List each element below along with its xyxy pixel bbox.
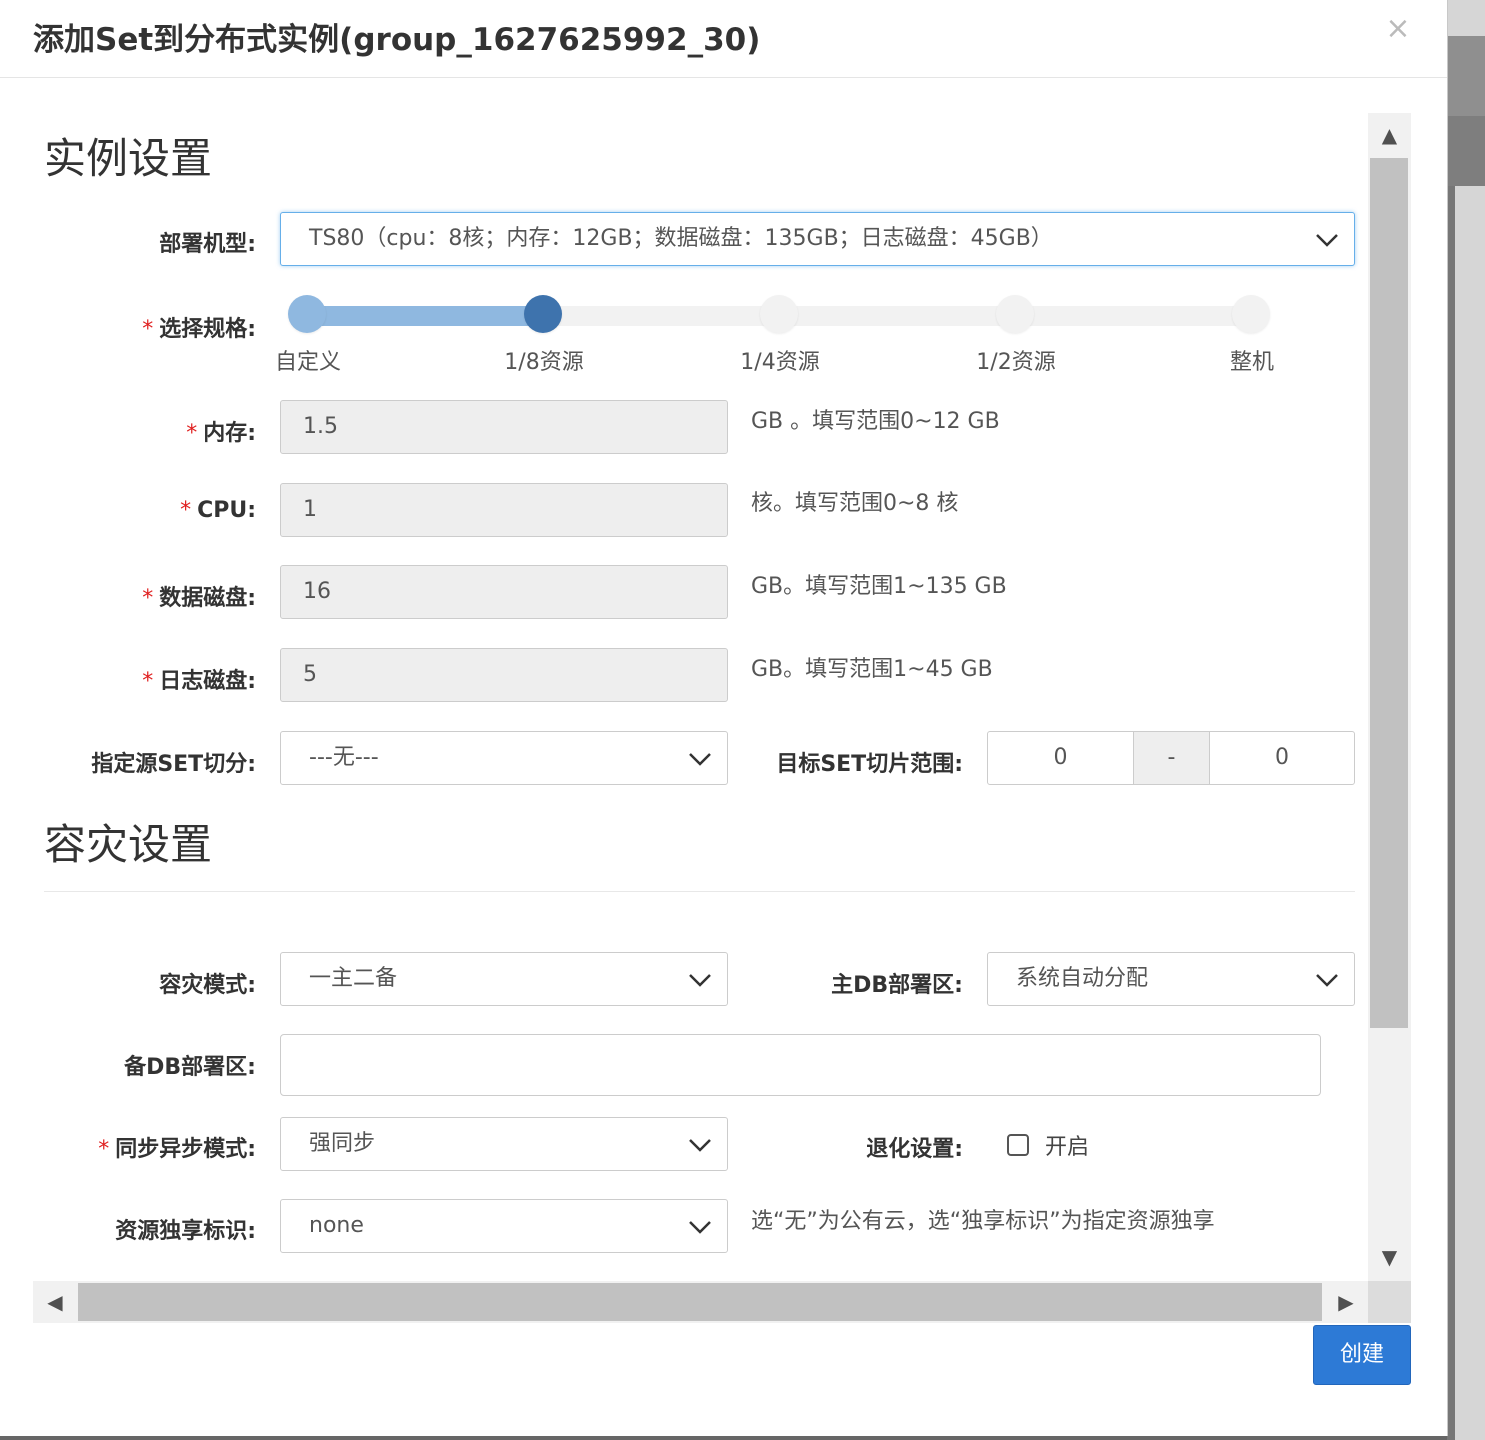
dialog-title: 添加Set到分布式实例(group_1627625992_30): [33, 22, 761, 58]
chevron-down-icon: [689, 1221, 711, 1234]
sync-mode-label: * 同步异步模式:: [98, 1137, 256, 1162]
form-scroll-area[interactable]: 实例设置 部署机型: TS80（cpu：8核；内存：12GB；数据磁盘：135G…: [33, 113, 1368, 1281]
create-button[interactable]: 创建: [1313, 1325, 1411, 1385]
required-mark: *: [142, 586, 154, 611]
exclusive-label: 资源独享标识:: [115, 1219, 256, 1244]
required-mark: *: [98, 1137, 110, 1162]
log-disk-hint: GB。填写范围1~45 GB: [751, 657, 993, 682]
section-title-instance: 实例设置: [44, 134, 213, 183]
spec-option-half[interactable]: 1/2资源: [946, 344, 1086, 376]
scrollbar-corner: [1368, 1281, 1411, 1323]
target-range-separator: -: [1133, 731, 1210, 785]
spec-option-custom[interactable]: 自定义: [238, 344, 378, 376]
cpu-label: * CPU:: [180, 498, 256, 523]
required-mark: *: [142, 317, 154, 342]
required-mark: *: [186, 421, 198, 446]
horizontal-scroll-thumb[interactable]: [78, 1283, 1322, 1321]
source-set-value: ---无---: [309, 745, 379, 770]
spec-slider-dot-full[interactable]: [1232, 295, 1270, 333]
backdrop-band: [1447, 36, 1485, 116]
dialog-header: 添加Set到分布式实例(group_1627625992_30) ×: [0, 0, 1447, 78]
machine-type-select[interactable]: TS80（cpu：8核；内存：12GB；数据磁盘：135GB；日志磁盘：45GB…: [280, 212, 1355, 266]
chevron-down-icon: [1316, 234, 1338, 247]
cpu-input[interactable]: 1: [280, 483, 728, 537]
vertical-scrollbar[interactable]: ▲ ▼: [1368, 113, 1411, 1281]
vertical-scroll-thumb[interactable]: [1370, 158, 1408, 1028]
memory-hint: GB 。填写范围0~12 GB: [751, 409, 1000, 434]
target-range-from-input[interactable]: 0: [987, 731, 1134, 785]
degrade-label: 退化设置:: [866, 1137, 963, 1162]
scroll-up-icon[interactable]: ▲: [1368, 115, 1411, 155]
chevron-down-icon: [689, 1139, 711, 1152]
chevron-down-icon: [1316, 974, 1338, 987]
chevron-down-icon: [689, 753, 711, 766]
scroll-down-icon[interactable]: ▼: [1368, 1237, 1411, 1277]
backdrop-edge: [1447, 186, 1455, 1440]
degrade-checkbox-label[interactable]: 开启: [1045, 1129, 1089, 1161]
spec-slider-fill: [308, 306, 543, 326]
data-disk-hint: GB。填写范围1~135 GB: [751, 574, 1007, 599]
spec-option-full[interactable]: 整机: [1182, 344, 1322, 376]
sync-mode-select[interactable]: 强同步: [280, 1117, 728, 1171]
add-set-dialog: 添加Set到分布式实例(group_1627625992_30) × 实例设置 …: [0, 0, 1448, 1436]
data-disk-label: * 数据磁盘:: [142, 586, 256, 611]
scroll-left-icon[interactable]: ◀: [33, 1281, 77, 1323]
machine-type-label: 部署机型:: [159, 232, 256, 257]
spec-option-eighth[interactable]: 1/8资源: [474, 344, 614, 376]
exclusive-hint: 选“无”为公有云，选“独享标识”为指定资源独享: [751, 1209, 1215, 1234]
standby-zone-multiselect[interactable]: [280, 1034, 1321, 1096]
spec-slider-handle[interactable]: [524, 295, 562, 333]
source-set-label: 指定源SET切分:: [91, 752, 256, 777]
scroll-right-icon[interactable]: ▶: [1324, 1281, 1368, 1323]
backdrop-band: [1447, 116, 1485, 186]
sync-mode-value: 强同步: [309, 1131, 376, 1156]
section-title-dr: 容灾设置: [44, 820, 213, 869]
spec-slider-dot-quarter[interactable]: [760, 295, 798, 333]
target-range-to-input[interactable]: 0: [1209, 731, 1355, 785]
dr-mode-select[interactable]: 一主二备: [280, 952, 728, 1006]
machine-type-value: TS80（cpu：8核；内存：12GB；数据磁盘：135GB；日志磁盘：45GB…: [309, 226, 1053, 251]
spec-label: * 选择规格:: [142, 317, 256, 342]
spec-option-quarter[interactable]: 1/4资源: [710, 344, 850, 376]
target-range-label: 目标SET切片范围:: [776, 752, 963, 777]
memory-label: * 内存:: [186, 421, 256, 446]
required-mark: *: [180, 498, 192, 523]
master-zone-select[interactable]: 系统自动分配: [987, 952, 1355, 1006]
horizontal-scrollbar[interactable]: ◀ ▶: [33, 1281, 1368, 1323]
master-zone-label: 主DB部署区:: [831, 973, 963, 998]
chevron-down-icon: [689, 974, 711, 987]
exclusive-select[interactable]: none: [280, 1199, 728, 1253]
dr-mode-label: 容灾模式:: [159, 973, 256, 998]
required-mark: *: [142, 669, 154, 694]
section-divider: [44, 891, 1355, 892]
data-disk-input[interactable]: 16: [280, 565, 728, 619]
spec-slider-dot-half[interactable]: [996, 295, 1034, 333]
page-backdrop: [1447, 0, 1485, 1440]
dialog-bottom-edge: [0, 1436, 1447, 1440]
master-zone-value: 系统自动分配: [1016, 966, 1149, 991]
form-content: 实例设置 部署机型: TS80（cpu：8核；内存：12GB；数据磁盘：135G…: [33, 113, 1368, 1281]
memory-input[interactable]: 1.5: [280, 400, 728, 454]
log-disk-label: * 日志磁盘:: [142, 669, 256, 694]
cpu-hint: 核。填写范围0~8 核: [751, 491, 959, 516]
degrade-checkbox[interactable]: [1007, 1134, 1029, 1156]
log-disk-input[interactable]: 5: [280, 648, 728, 702]
close-icon[interactable]: ×: [1383, 14, 1413, 44]
spec-slider-dot-custom[interactable]: [288, 295, 326, 333]
dr-mode-value: 一主二备: [309, 966, 398, 991]
exclusive-value: none: [309, 1213, 364, 1238]
standby-zone-label: 备DB部署区:: [124, 1055, 256, 1080]
source-set-select[interactable]: ---无---: [280, 731, 728, 785]
